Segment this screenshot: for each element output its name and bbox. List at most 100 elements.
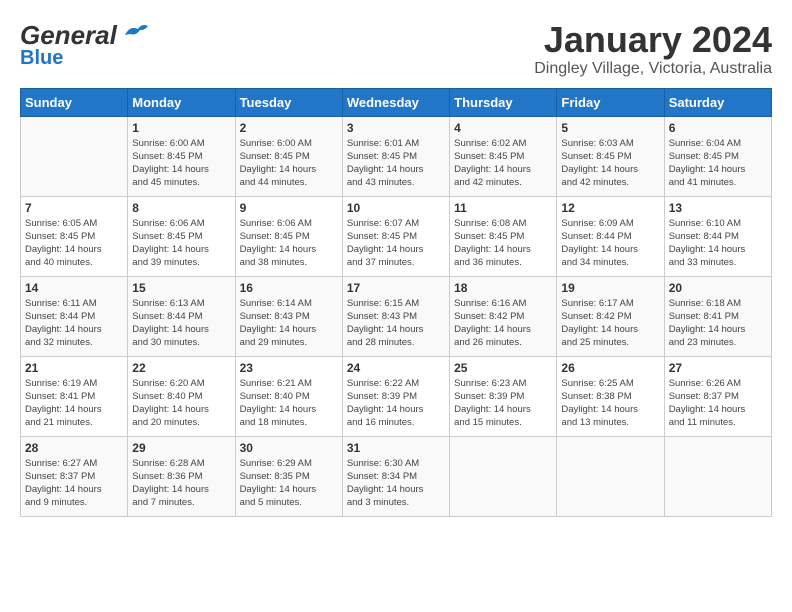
day-number: 27 [669, 361, 767, 375]
day-number: 17 [347, 281, 445, 295]
day-number: 11 [454, 201, 552, 215]
day-number: 5 [561, 121, 659, 135]
calendar-cell: 9Sunrise: 6:06 AM Sunset: 8:45 PM Daylig… [235, 196, 342, 276]
day-content: Sunrise: 6:07 AM Sunset: 8:45 PM Dayligh… [347, 217, 445, 270]
location: Dingley Village, Victoria, Australia [534, 60, 772, 78]
calendar-week-row: 14 Sunrise: 6:11 AM Sunset: 8:44 PM Dayli… [21, 276, 772, 356]
calendar-cell: 5 Sunrise: 6:03 AM Sunset: 8:45 PM Daylig… [557, 116, 664, 196]
weekday-header: Friday [557, 88, 664, 116]
day-number: 23 [240, 361, 338, 375]
calendar-cell: 16 Sunrise: 6:14 AM Sunset: 8:43 PM Dayli… [235, 276, 342, 356]
calendar-cell: 4 Sunrise: 6:02 AM Sunset: 8:45 PM Daylig… [450, 116, 557, 196]
month-title: January 2024 [534, 20, 772, 60]
calendar-cell: 28Sunrise: 6:27 AM Sunset: 8:37 PM Dayli… [21, 436, 128, 516]
calendar-cell: 25 Sunrise: 6:23 AM Sunset: 8:39 PM Dayli… [450, 356, 557, 436]
calendar-cell: 1Sunrise: 6:00 AM Sunset: 8:45 PM Daylig… [128, 116, 235, 196]
day-number: 15 [132, 281, 230, 295]
weekday-header-row: SundayMondayTuesdayWednesdayThursdayFrid… [21, 88, 772, 116]
day-number: 26 [561, 361, 659, 375]
day-content: Sunrise: 6:15 AM Sunset: 8:43 PM Dayligh… [347, 297, 445, 350]
calendar-cell: 30Sunrise: 6:29 AM Sunset: 8:35 PM Dayli… [235, 436, 342, 516]
day-content: Sunrise: 6:05 AM Sunset: 8:45 PM Dayligh… [25, 217, 123, 270]
day-number: 9 [240, 201, 338, 215]
day-content: Sunrise: 6:19 AM Sunset: 8:41 PM Dayligh… [25, 377, 123, 430]
calendar-cell: 15 Sunrise: 6:13 AM Sunset: 8:44 PM Dayli… [128, 276, 235, 356]
day-number: 8 [132, 201, 230, 215]
day-number: 13 [669, 201, 767, 215]
day-number: 21 [25, 361, 123, 375]
calendar-week-row: 7Sunrise: 6:05 AM Sunset: 8:45 PM Daylig… [21, 196, 772, 276]
day-content: Sunrise: 6:17 AM Sunset: 8:42 PM Dayligh… [561, 297, 659, 350]
day-number: 14 [25, 281, 123, 295]
day-number: 4 [454, 121, 552, 135]
calendar-cell: 7Sunrise: 6:05 AM Sunset: 8:45 PM Daylig… [21, 196, 128, 276]
day-content: Sunrise: 6:00 AM Sunset: 8:45 PM Dayligh… [240, 137, 338, 190]
calendar-cell: 21 Sunrise: 6:19 AM Sunset: 8:41 PM Dayli… [21, 356, 128, 436]
logo-blue: Blue [20, 47, 63, 70]
day-number: 6 [669, 121, 767, 135]
calendar-cell [21, 116, 128, 196]
weekday-header: Saturday [664, 88, 771, 116]
day-content: Sunrise: 6:13 AM Sunset: 8:44 PM Dayligh… [132, 297, 230, 350]
calendar-cell: 11 Sunrise: 6:08 AM Sunset: 8:45 PM Dayli… [450, 196, 557, 276]
logo-bird-icon [120, 21, 150, 43]
calendar-cell: 10 Sunrise: 6:07 AM Sunset: 8:45 PM Dayli… [342, 196, 449, 276]
day-number: 31 [347, 441, 445, 455]
calendar-cell: 23 Sunrise: 6:21 AM Sunset: 8:40 PM Dayli… [235, 356, 342, 436]
day-content: Sunrise: 6:02 AM Sunset: 8:45 PM Dayligh… [454, 137, 552, 190]
day-content: Sunrise: 6:23 AM Sunset: 8:39 PM Dayligh… [454, 377, 552, 430]
day-content: Sunrise: 6:16 AM Sunset: 8:42 PM Dayligh… [454, 297, 552, 350]
calendar-cell: 14 Sunrise: 6:11 AM Sunset: 8:44 PM Dayli… [21, 276, 128, 356]
day-content: Sunrise: 6:11 AM Sunset: 8:44 PM Dayligh… [25, 297, 123, 350]
day-content: Sunrise: 6:01 AM Sunset: 8:45 PM Dayligh… [347, 137, 445, 190]
day-number: 24 [347, 361, 445, 375]
day-number: 10 [347, 201, 445, 215]
day-content: Sunrise: 6:08 AM Sunset: 8:45 PM Dayligh… [454, 217, 552, 270]
title-block: January 2024 Dingley Village, Victoria, … [534, 20, 772, 78]
day-content: Sunrise: 6:00 AM Sunset: 8:45 PM Dayligh… [132, 137, 230, 190]
calendar-week-row: 21 Sunrise: 6:19 AM Sunset: 8:41 PM Dayli… [21, 356, 772, 436]
day-content: Sunrise: 6:04 AM Sunset: 8:45 PM Dayligh… [669, 137, 767, 190]
day-number: 18 [454, 281, 552, 295]
day-content: Sunrise: 6:30 AM Sunset: 8:34 PM Dayligh… [347, 457, 445, 510]
day-number: 16 [240, 281, 338, 295]
day-content: Sunrise: 6:28 AM Sunset: 8:36 PM Dayligh… [132, 457, 230, 510]
calendar-cell: 3 Sunrise: 6:01 AM Sunset: 8:45 PM Daylig… [342, 116, 449, 196]
weekday-header: Monday [128, 88, 235, 116]
day-content: Sunrise: 6:06 AM Sunset: 8:45 PM Dayligh… [132, 217, 230, 270]
day-number: 22 [132, 361, 230, 375]
calendar-body: 1Sunrise: 6:00 AM Sunset: 8:45 PM Daylig… [21, 116, 772, 516]
weekday-header: Tuesday [235, 88, 342, 116]
calendar-cell [450, 436, 557, 516]
calendar-cell: 19 Sunrise: 6:17 AM Sunset: 8:42 PM Dayli… [557, 276, 664, 356]
calendar-cell: 27Sunrise: 6:26 AM Sunset: 8:37 PM Dayli… [664, 356, 771, 436]
day-content: Sunrise: 6:29 AM Sunset: 8:35 PM Dayligh… [240, 457, 338, 510]
day-number: 19 [561, 281, 659, 295]
day-number: 29 [132, 441, 230, 455]
calendar-cell: 8 Sunrise: 6:06 AM Sunset: 8:45 PM Daylig… [128, 196, 235, 276]
calendar-cell: 18 Sunrise: 6:16 AM Sunset: 8:42 PM Dayli… [450, 276, 557, 356]
calendar-cell [664, 436, 771, 516]
calendar-cell: 24Sunrise: 6:22 AM Sunset: 8:39 PM Dayli… [342, 356, 449, 436]
calendar-cell: 2Sunrise: 6:00 AM Sunset: 8:45 PM Daylig… [235, 116, 342, 196]
day-number: 28 [25, 441, 123, 455]
logo: General Blue [20, 20, 150, 70]
day-content: Sunrise: 6:03 AM Sunset: 8:45 PM Dayligh… [561, 137, 659, 190]
calendar-cell: 17 Sunrise: 6:15 AM Sunset: 8:43 PM Dayli… [342, 276, 449, 356]
calendar-cell: 22Sunrise: 6:20 AM Sunset: 8:40 PM Dayli… [128, 356, 235, 436]
day-content: Sunrise: 6:14 AM Sunset: 8:43 PM Dayligh… [240, 297, 338, 350]
calendar-cell [557, 436, 664, 516]
day-content: Sunrise: 6:21 AM Sunset: 8:40 PM Dayligh… [240, 377, 338, 430]
day-content: Sunrise: 6:18 AM Sunset: 8:41 PM Dayligh… [669, 297, 767, 350]
calendar-week-row: 28Sunrise: 6:27 AM Sunset: 8:37 PM Dayli… [21, 436, 772, 516]
calendar-cell: 26Sunrise: 6:25 AM Sunset: 8:38 PM Dayli… [557, 356, 664, 436]
calendar-week-row: 1Sunrise: 6:00 AM Sunset: 8:45 PM Daylig… [21, 116, 772, 196]
weekday-header: Wednesday [342, 88, 449, 116]
calendar-header: SundayMondayTuesdayWednesdayThursdayFrid… [21, 88, 772, 116]
day-content: Sunrise: 6:10 AM Sunset: 8:44 PM Dayligh… [669, 217, 767, 270]
day-number: 25 [454, 361, 552, 375]
calendar-cell: 29 Sunrise: 6:28 AM Sunset: 8:36 PM Dayli… [128, 436, 235, 516]
day-number: 12 [561, 201, 659, 215]
calendar-cell: 20Sunrise: 6:18 AM Sunset: 8:41 PM Dayli… [664, 276, 771, 356]
day-number: 3 [347, 121, 445, 135]
